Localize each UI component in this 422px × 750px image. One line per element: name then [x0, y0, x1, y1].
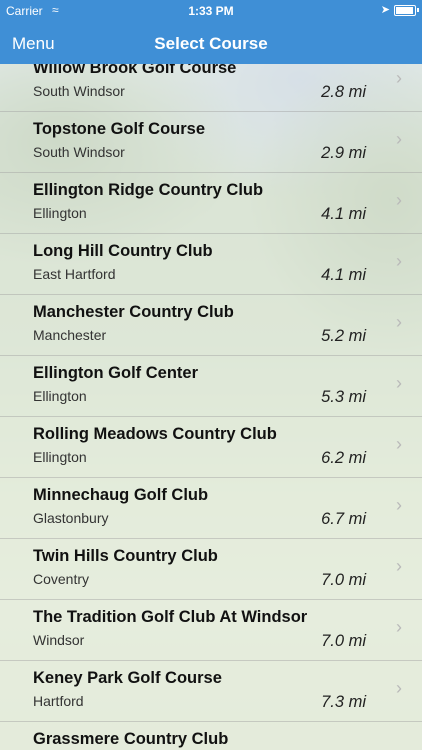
course-name: Rolling Meadows Country Club	[33, 425, 277, 443]
course-city: Ellington	[33, 449, 87, 465]
chevron-right-icon: ›	[396, 190, 402, 210]
course-row[interactable]: Grassmere Country Club	[0, 721, 422, 750]
course-name: Long Hill Country Club	[33, 242, 213, 260]
course-city: Ellington	[33, 388, 87, 404]
course-distance: 2.8 mi	[321, 83, 366, 101]
course-row[interactable]: Minnechaug Golf Club Glastonbury 6.7 mi …	[0, 477, 422, 539]
chevron-right-icon: ›	[396, 373, 402, 393]
course-name: Minnechaug Golf Club	[33, 486, 209, 504]
course-distance: 7.0 mi	[321, 571, 366, 589]
course-name: Topstone Golf Course	[33, 120, 206, 138]
battery-tip	[417, 8, 419, 12]
chevron-right-icon: ›	[396, 129, 402, 149]
course-row[interactable]: Keney Park Golf Course Hartford 7.3 mi ›	[0, 660, 422, 722]
course-row[interactable]: Topstone Golf Course South Windsor 2.9 m…	[0, 111, 422, 173]
course-distance: 5.2 mi	[321, 327, 366, 345]
chevron-right-icon: ›	[396, 68, 402, 88]
course-distance: 7.0 mi	[321, 632, 366, 650]
course-row[interactable]: Willow Brook Golf Course South Windsor 2…	[0, 64, 422, 112]
course-distance: 6.7 mi	[321, 510, 366, 528]
location-arrow-icon: ➤	[380, 4, 390, 16]
course-list[interactable]: Willow Brook Golf Course South Windsor 2…	[0, 64, 422, 750]
course-city: Hartford	[33, 693, 84, 709]
course-row[interactable]: The Tradition Golf Club At Windsor Winds…	[0, 599, 422, 661]
navigation-bar: Carrier ≈ 1:33 PM ➤ Menu Select Course	[0, 0, 422, 64]
course-distance: 5.3 mi	[321, 388, 366, 406]
course-name: Grassmere Country Club	[33, 730, 229, 748]
course-city: Coventry	[33, 571, 90, 587]
course-name: Willow Brook Golf Course	[33, 64, 237, 77]
chevron-right-icon: ›	[396, 251, 402, 271]
chevron-right-icon: ›	[396, 312, 402, 332]
course-name: Keney Park Golf Course	[33, 669, 222, 687]
course-city: South Windsor	[33, 83, 125, 99]
course-name: Twin Hills Country Club	[33, 547, 218, 565]
course-city: Ellington	[33, 205, 87, 221]
course-name: Ellington Golf Center	[33, 364, 198, 382]
course-row[interactable]: Long Hill Country Club East Hartford 4.1…	[0, 233, 422, 295]
course-city: Windsor	[33, 632, 85, 648]
chevron-right-icon: ›	[396, 495, 402, 515]
course-distance: 2.9 mi	[321, 144, 366, 162]
course-name: Ellington Ridge Country Club	[33, 181, 264, 199]
course-name: The Tradition Golf Club At Windsor	[33, 608, 308, 626]
chevron-right-icon: ›	[396, 678, 402, 698]
course-row[interactable]: Ellington Golf Center Ellington 5.3 mi ›	[0, 355, 422, 417]
course-city: East Hartford	[33, 266, 116, 282]
course-row[interactable]: Ellington Ridge Country Club Ellington 4…	[0, 172, 422, 234]
chevron-right-icon: ›	[396, 434, 402, 454]
battery-icon	[394, 5, 416, 16]
chevron-right-icon: ›	[396, 617, 402, 637]
course-distance: 4.1 mi	[321, 266, 366, 284]
course-row[interactable]: Rolling Meadows Country Club Ellington 6…	[0, 416, 422, 478]
course-city: South Windsor	[33, 144, 125, 160]
course-distance: 7.3 mi	[321, 693, 366, 711]
chevron-right-icon: ›	[396, 556, 402, 576]
course-row[interactable]: Twin Hills Country Club Coventry 7.0 mi …	[0, 538, 422, 600]
status-time: 1:33 PM	[188, 4, 234, 18]
course-distance: 6.2 mi	[321, 449, 366, 467]
course-row[interactable]: Manchester Country Club Manchester 5.2 m…	[0, 294, 422, 356]
course-name: Manchester Country Club	[33, 303, 234, 321]
page-title: Select Course	[154, 34, 268, 53]
course-city: Manchester	[33, 327, 107, 343]
course-city: Glastonbury	[33, 510, 109, 526]
status-bar: Carrier ≈ 1:33 PM ➤	[0, 0, 422, 22]
course-distance: 4.1 mi	[321, 205, 366, 223]
